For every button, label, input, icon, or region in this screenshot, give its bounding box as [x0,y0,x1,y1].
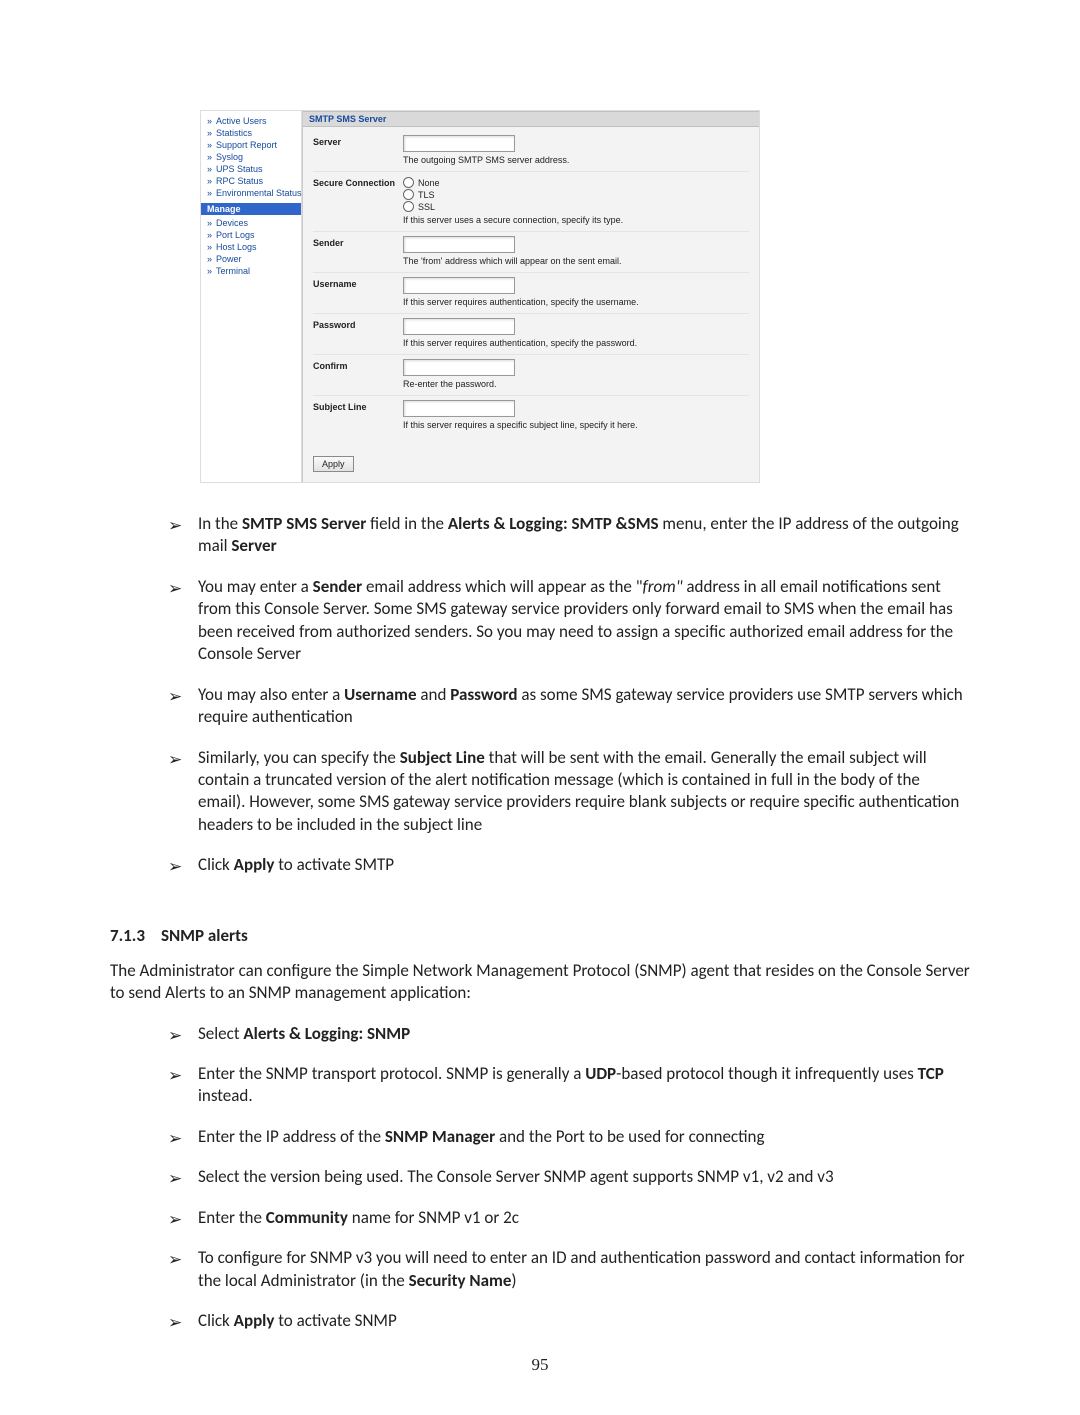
list-text: You may also enter a Username and Passwo… [198,684,963,727]
hint-server: The outgoing SMTP SMS server address. [403,155,749,165]
label-username: Username [313,277,403,289]
radio-ssl[interactable]: SSL [403,201,749,212]
main-panel: SMTP SMS Server Server The outgoing SMTP… [302,111,759,482]
hint-confirm: Re-enter the password. [403,379,749,389]
radio-tls-label: TLS [418,190,435,200]
triangle-bullet-icon: ➢ [168,1249,182,1271]
input-subject-line[interactable] [403,400,515,417]
label-secure-connection: Secure Connection [313,176,403,188]
nav-syslog[interactable]: Syslog [201,151,301,163]
list-text: Click Apply to activate SMTP [198,854,394,875]
hint-password: If this server requires authentication, … [403,338,749,348]
label-server: Server [313,135,403,147]
radio-dot-icon [403,189,414,200]
list-text: Similarly, you can specify the Subject L… [198,747,959,835]
list-item: ➢ Enter the SNMP transport protocol. SNMP… [168,1063,970,1126]
radio-dot-icon [403,177,414,188]
page-number: 95 [0,1355,1080,1375]
subheading-snmp-alerts: 7.1.3 SNMP alerts [110,925,970,946]
nav-active-users[interactable]: Active Users [201,115,301,127]
radio-dot-icon [403,201,414,212]
list-text: Enter the Community name for SNMP v1 or … [198,1207,519,1228]
triangle-bullet-icon: ➢ [168,749,182,771]
radio-none[interactable]: None [403,177,749,188]
triangle-bullet-icon: ➢ [168,1065,182,1087]
nav-environmental-status[interactable]: Environmental Status [201,187,301,199]
snmp-intro-paragraph: The Administrator can configure the Simp… [110,960,970,1005]
row-password: Password If this server requires authent… [313,314,749,355]
subheading-number: 7.1.3 [110,925,145,946]
list-item: ➢ Enter the Community name for SNMP v1 or… [168,1207,970,1247]
list-item: ➢ Similarly, you can specify the Subject … [168,747,970,855]
label-sender: Sender [313,236,403,248]
triangle-bullet-icon: ➢ [168,1312,182,1334]
list-item: ➢ To configure for SNMP v3 you will need … [168,1247,970,1310]
nav-devices[interactable]: Devices [201,217,301,229]
nav-terminal[interactable]: Terminal [201,265,301,277]
nav-host-logs[interactable]: Host Logs [201,241,301,253]
list-item: ➢ Select the version being used. The Cons… [168,1166,970,1206]
row-sender: Sender The 'from' address which will app… [313,232,749,273]
row-secure-connection: Secure Connection None TLS SSL If this s… [313,172,749,232]
triangle-bullet-icon: ➢ [168,1209,182,1231]
apply-button[interactable]: Apply [313,456,354,472]
nav-power[interactable]: Power [201,253,301,265]
list-text: In the SMTP SMS Server field in the Aler… [198,513,959,556]
list-text: Select Alerts & Logging: SNMP [198,1023,410,1044]
smtp-bullet-list: ➢ In the SMTP SMS Server field in the Ale… [110,513,970,895]
triangle-bullet-icon: ➢ [168,1025,182,1047]
hint-username: If this server requires authentication, … [403,297,749,307]
input-server[interactable] [403,135,515,152]
radio-ssl-label: SSL [418,202,435,212]
sidebar-section-manage: Manage [201,203,301,215]
hint-sender: The 'from' address which will appear on … [403,256,749,266]
label-subject-line: Subject Line [313,400,403,412]
nav-port-logs[interactable]: Port Logs [201,229,301,241]
list-item: ➢ Click Apply to activate SMTP [168,854,970,894]
list-text: You may enter a Sender email address whi… [198,576,953,664]
list-text: Enter the SNMP transport protocol. SNMP … [198,1063,944,1106]
radio-tls[interactable]: TLS [403,189,749,200]
smtp-sms-server-screenshot: Active Users Statistics Support Report S… [200,110,760,483]
list-item: ➢ You may also enter a Username and Passw… [168,684,970,747]
subheading-text: SNMP alerts [161,925,248,946]
nav-ups-status[interactable]: UPS Status [201,163,301,175]
triangle-bullet-icon: ➢ [168,515,182,537]
label-password: Password [313,318,403,330]
input-password[interactable] [403,318,515,335]
list-item: ➢ You may enter a Sender email address wh… [168,576,970,684]
triangle-bullet-icon: ➢ [168,1168,182,1190]
list-item: ➢ In the SMTP SMS Server field in the Ale… [168,513,970,576]
radio-none-label: None [418,178,440,188]
triangle-bullet-icon: ➢ [168,578,182,600]
nav-statistics[interactable]: Statistics [201,127,301,139]
list-item: ➢ Select Alerts & Logging: SNMP [168,1023,970,1063]
nav-rpc-status[interactable]: RPC Status [201,175,301,187]
nav-support-report[interactable]: Support Report [201,139,301,151]
panel-title: SMTP SMS Server [303,111,759,127]
triangle-bullet-icon: ➢ [168,686,182,708]
list-text: To configure for SNMP v3 you will need t… [198,1247,965,1290]
list-text: Enter the IP address of the SNMP Manager… [198,1126,765,1147]
list-text: Select the version being used. The Conso… [198,1166,834,1187]
row-confirm: Confirm Re-enter the password. [313,355,749,396]
triangle-bullet-icon: ➢ [168,856,182,878]
input-username[interactable] [403,277,515,294]
input-sender[interactable] [403,236,515,253]
row-server: Server The outgoing SMTP SMS server addr… [313,131,749,172]
sidebar: Active Users Statistics Support Report S… [201,111,302,482]
list-item: ➢ Enter the IP address of the SNMP Manage… [168,1126,970,1166]
triangle-bullet-icon: ➢ [168,1128,182,1150]
input-confirm[interactable] [403,359,515,376]
list-item: ➢ Click Apply to activate SNMP [168,1310,970,1350]
label-confirm: Confirm [313,359,403,371]
hint-subject-line: If this server requires a specific subje… [403,420,749,430]
hint-secure-connection: If this server uses a secure connection,… [403,215,749,225]
row-username: Username If this server requires authent… [313,273,749,314]
row-subject-line: Subject Line If this server requires a s… [313,396,749,436]
snmp-bullet-list: ➢ Select Alerts & Logging: SNMP ➢ Enter th… [110,1023,970,1351]
list-text: Click Apply to activate SNMP [198,1310,397,1331]
